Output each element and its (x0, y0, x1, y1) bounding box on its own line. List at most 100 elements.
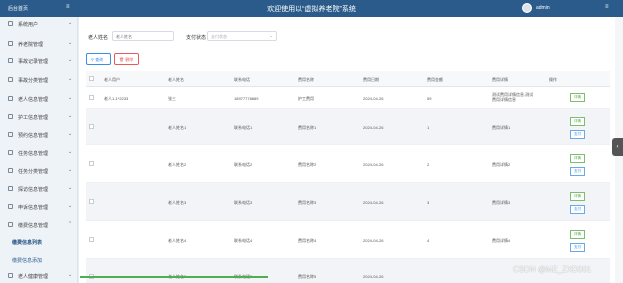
row-checkbox[interactable] (89, 199, 94, 204)
cell-amount: 4 (427, 238, 430, 243)
pay-status-select[interactable]: 支付状态 ⌄ (207, 31, 277, 41)
sidebar-item-label: 事故记录管理 (18, 59, 49, 65)
detail-button[interactable]: 详情 (570, 117, 585, 126)
sidebar-item-appeal-info[interactable]: 申诉信息管理 ⌄ (0, 200, 78, 214)
cell-detail: 费用详情3 (492, 200, 511, 205)
folder-icon (8, 204, 13, 209)
cell-phone: 联系电话2 (234, 162, 253, 167)
row-checkbox[interactable] (89, 237, 94, 242)
folder-icon (8, 222, 13, 227)
folder-icon (8, 168, 13, 173)
cell-name: 老人姓名1 (168, 125, 187, 130)
chevron-down-icon: ⌄ (68, 167, 73, 173)
search-button[interactable]: ⚲ 查询 (86, 53, 111, 65)
sidebar-subitem-payment-list[interactable]: 缴费信息列表 (12, 239, 42, 246)
delete-button[interactable]: 🗑 删除 (114, 53, 139, 65)
cell-detail: 费用详情2 (492, 162, 511, 167)
elder-name-input[interactable] (112, 31, 174, 41)
cell-amount: 59 (427, 96, 432, 101)
sidebar-item-task-info[interactable]: 任务信息管理 ⌄ (0, 146, 78, 160)
sidebar-item-appointment-info[interactable]: 预约信息管理 ⌄ (0, 128, 78, 142)
user-menu-icon[interactable]: ≡ (605, 4, 609, 10)
folder-icon (8, 114, 13, 119)
pay-button[interactable]: 支付 (570, 167, 585, 176)
cell-phone: 联系电话1 (234, 125, 253, 130)
watermark: CSDN @MZ_ZXD001 (513, 265, 592, 274)
cell-phone: 联系电话3 (234, 200, 253, 205)
pay-button[interactable]: 支付 (570, 243, 585, 252)
header-elder-user: 老人用户 (104, 77, 120, 82)
cell-fee-name: 费用名称3 (298, 200, 317, 205)
sidebar-item-label: 养老院管理 (18, 42, 44, 48)
sidebar: 系统用户 ⌄ 养老院管理 ⌄ 事故记录管理 ⌄ 事故分类管理 ⌄ 老人信息管理 … (0, 17, 78, 283)
row-checkbox[interactable] (89, 161, 94, 166)
chevron-up-icon: ⌃ (68, 221, 73, 227)
detail-button[interactable]: 详情 (570, 93, 585, 102)
sidebar-item-label: 老人信息管理 (18, 97, 49, 103)
header-fee-name: 费用名称 (298, 77, 314, 82)
table-row: 老人1-1*2233 张三 18977778889 护工费用 2024-04-2… (86, 87, 610, 109)
sidebar-item-label: 缴费信息管理 (18, 223, 49, 229)
chevron-down-icon: ⌄ (68, 113, 73, 119)
chevron-down-icon: ⌄ (68, 40, 73, 46)
sidebar-item-task-category[interactable]: 任务分类管理 ⌄ (0, 164, 78, 178)
row-checkbox[interactable] (89, 95, 94, 100)
cell-name: 老人姓名2 (168, 162, 187, 167)
sidebar-item-label: 系统用户 (18, 22, 39, 28)
search-icon: ⚲ (91, 57, 94, 62)
cell-date: 2024-04-26 (363, 125, 384, 130)
horizontal-scrollbar[interactable] (80, 276, 268, 278)
cell-name: 张三 (168, 96, 176, 101)
delete-button-label: 删除 (125, 57, 134, 62)
table-row: 老人姓名3 联系电话3 费用名称3 2024-04-26 3 费用详情3 详情 … (86, 183, 610, 221)
cell-user: 老人1-1*2233 (104, 96, 129, 101)
sidebar-subitem-payment-add[interactable]: 缴费信息添加 (12, 257, 42, 264)
top-bar: 后台首页 ≡ 欢迎使用以“虚拟养老院”系统 admin ≡ (0, 0, 623, 17)
avatar[interactable] (522, 3, 532, 13)
sidebar-item-elder-health[interactable]: 老人健康管理 ⌄ (0, 269, 78, 283)
pay-button[interactable]: 支付 (570, 205, 585, 214)
detail-button[interactable]: 详情 (570, 230, 585, 239)
username[interactable]: admin (536, 5, 550, 11)
folder-icon (8, 41, 13, 46)
chevron-down-icon: ⌄ (68, 95, 73, 101)
detail-button[interactable]: 详情 (570, 192, 585, 201)
sidebar-item-accident-category[interactable]: 事故分类管理 ⌄ (0, 73, 78, 87)
select-all-checkbox[interactable] (89, 76, 94, 81)
cell-date: 2024-04-26 (363, 162, 384, 167)
folder-icon (8, 150, 13, 155)
detail-button[interactable]: 详情 (570, 154, 585, 163)
sidebar-item-visit-info[interactable]: 探访信息管理 ⌄ (0, 182, 78, 196)
cell-fee-name: 费用名称2 (298, 162, 317, 167)
sidebar-item-caregiver-info[interactable]: 护工信息管理 ⌄ (0, 110, 78, 124)
sidebar-item-label: 探访信息管理 (18, 187, 49, 193)
folder-icon (8, 77, 13, 82)
sidebar-item-elder-info[interactable]: 老人信息管理 ⌄ (0, 92, 78, 106)
cell-detail: 费用详情1 (492, 125, 511, 130)
chevron-left-icon[interactable]: ‹ (612, 138, 623, 156)
cell-name: 老人姓名3 (168, 200, 187, 205)
chevron-down-icon: ⌄ (68, 57, 73, 63)
cell-fee-name: 费用名称4 (298, 238, 317, 243)
header-fee-date: 费用日期 (363, 77, 379, 82)
sidebar-item-nursing-home[interactable]: 养老院管理 ⌄ (0, 37, 78, 51)
sidebar-item-label: 护工信息管理 (18, 115, 49, 121)
cell-phone: 18977778889 (234, 96, 259, 101)
row-checkbox[interactable] (89, 124, 94, 129)
chevron-down-icon: ⌄ (68, 185, 73, 191)
table-row: 老人姓名1 联系电话1 费用名称1 2024-04-26 1 费用详情1 详情 … (86, 109, 610, 145)
chevron-down-icon: ⌄ (269, 33, 273, 38)
sidebar-item-accident-records[interactable]: 事故记录管理 ⌄ (0, 54, 78, 68)
header-fee-amount: 费用金额 (427, 77, 443, 82)
cell-name: 老人姓名4 (168, 238, 187, 243)
sidebar-item-payment-info[interactable]: 缴费信息管理 ⌃ (0, 218, 78, 232)
cell-date: 2024-04-26 (363, 238, 384, 243)
sidebar-item-label: 预约信息管理 (18, 133, 49, 139)
folder-icon (8, 186, 13, 191)
sidebar-item-label: 任务分类管理 (18, 169, 49, 175)
sidebar-item-system-users[interactable]: 系统用户 ⌄ (0, 17, 78, 31)
pay-button[interactable]: 支付 (570, 130, 585, 139)
cell-phone: 联系电话4 (234, 238, 253, 243)
cell-detail: 测试费用详情信息,测试费用详情信息 (492, 92, 534, 102)
chevron-down-icon: ⌄ (68, 272, 73, 278)
